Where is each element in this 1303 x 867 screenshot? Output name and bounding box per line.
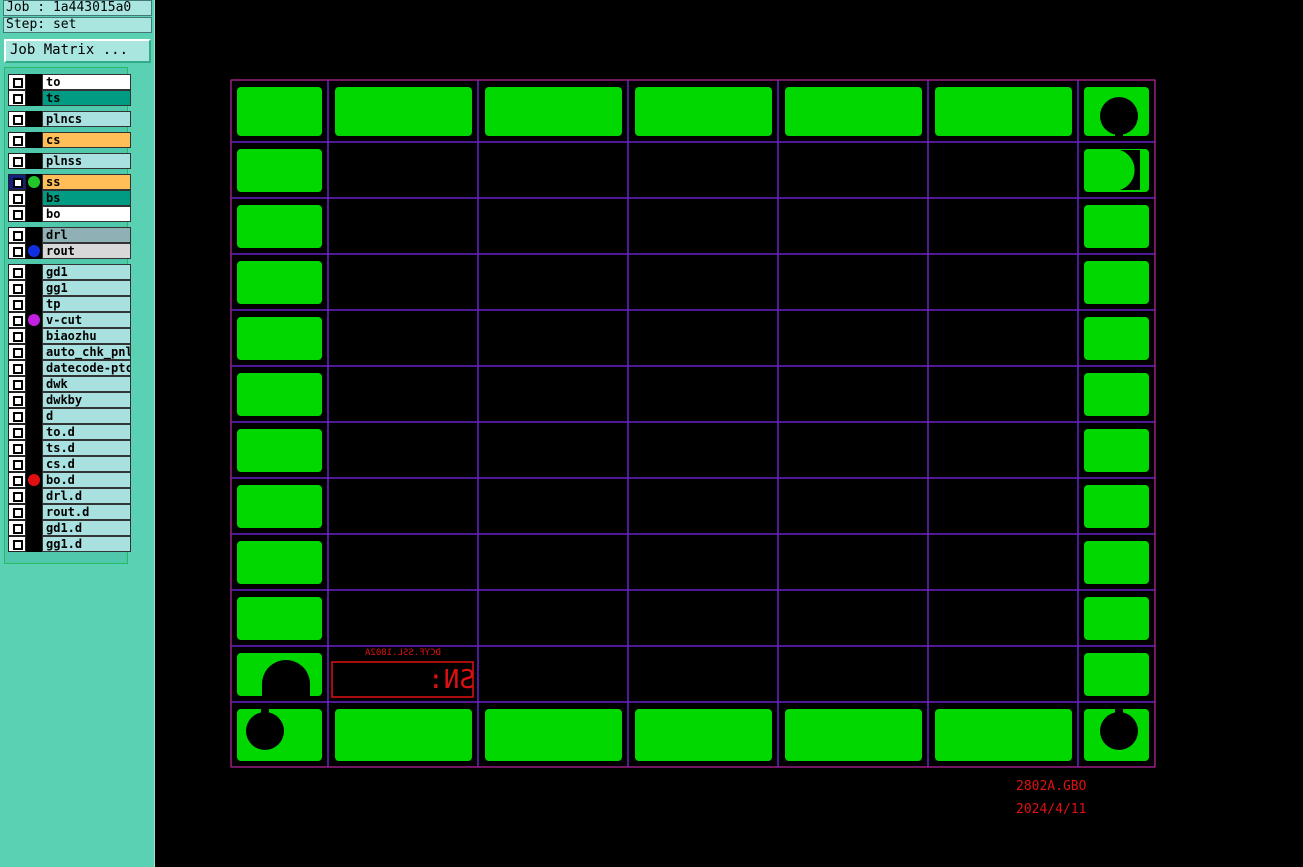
pad (785, 87, 922, 136)
pad (485, 87, 622, 136)
pad (485, 709, 622, 761)
pad (335, 709, 472, 761)
pad (237, 205, 322, 248)
panel-canvas[interactable] (0, 0, 1303, 867)
pad (1084, 261, 1149, 304)
pad (237, 317, 322, 360)
hole (1115, 706, 1123, 716)
hole (262, 684, 310, 698)
pad (1084, 485, 1149, 528)
pad (935, 709, 1072, 761)
mirrored-code-label: DCYF.SSL.1802A (365, 648, 441, 658)
date-note: 2024/4/11 (1016, 802, 1087, 817)
pad (237, 149, 322, 192)
pad (1084, 205, 1149, 248)
board-outline (230, 79, 1156, 768)
pad (1084, 653, 1149, 696)
pad (237, 373, 322, 416)
hole (1100, 712, 1138, 750)
pad (1084, 317, 1149, 360)
pad (1084, 597, 1149, 640)
pad (635, 709, 772, 761)
pad (237, 541, 322, 584)
pad (237, 261, 322, 304)
hole (246, 712, 284, 750)
pad (785, 709, 922, 761)
pad (237, 597, 322, 640)
pad (935, 87, 1072, 136)
pad (335, 87, 472, 136)
pad (237, 485, 322, 528)
pad (1084, 429, 1149, 472)
pad (1084, 373, 1149, 416)
pad (237, 87, 322, 136)
pad (1084, 541, 1149, 584)
hole (261, 706, 269, 716)
file-note: 2802A.GBO (1016, 779, 1087, 794)
hole (1115, 128, 1123, 138)
pad (635, 87, 772, 136)
mirrored-sn-label: SN: (428, 665, 475, 695)
pad (237, 429, 322, 472)
